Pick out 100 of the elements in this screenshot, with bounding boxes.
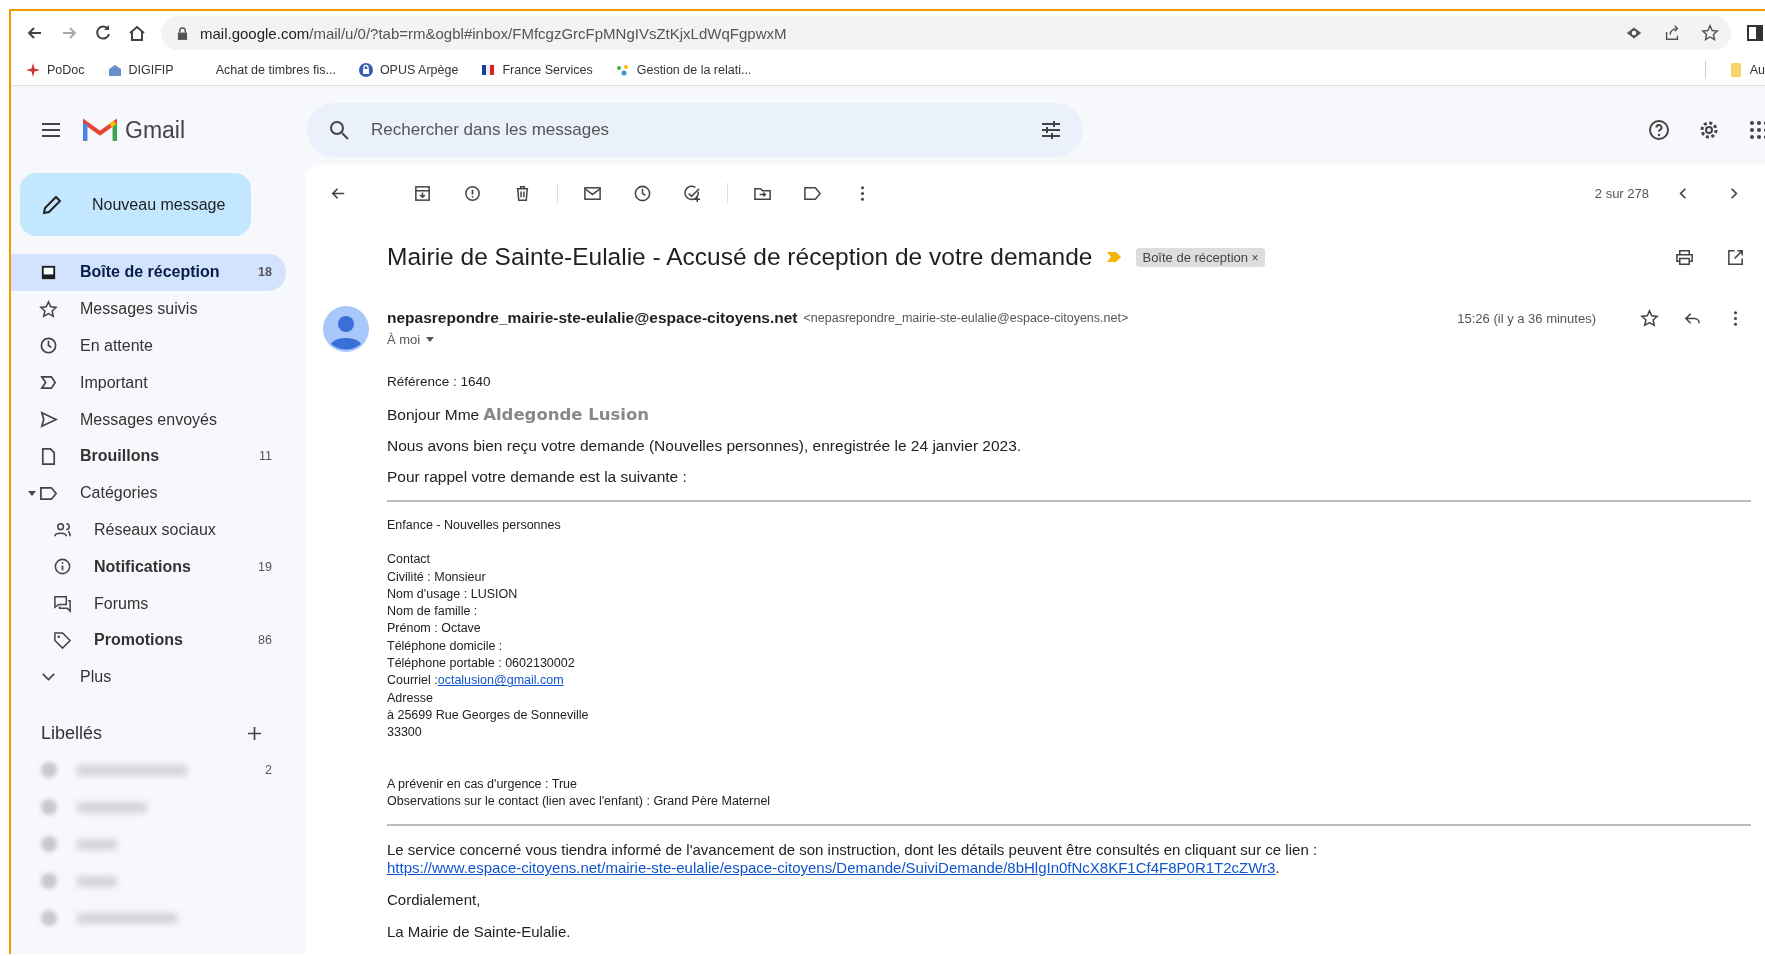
document-icon	[39, 446, 58, 466]
followup-text: Le service concerné vous tiendra informé de l'avancement de son instruction, dont les détails peuvent être consultés en cliquant sur ce lien : https://www.espace-citoyens.net/mairie-ste-eulalie/espace-citoyens/Demande/SuiviDemande/8bHlgIn0fNcX8KF1Cf4F8P0R1T2cZWr3.	[387, 841, 1319, 878]
tracking-link[interactable]: https://www.espace-citoyens.net/mairie-ste-eulalie/espace-citoyens/Demande/SuiviDemande/8bHlgIn0fNcX8KF1Cf4F8P0R1T2cZWr3	[387, 859, 1276, 878]
blurred-label-text	[77, 838, 117, 850]
search-icon[interactable]	[327, 118, 351, 142]
sidebar-item[interactable]: Promotions 86	[11, 621, 286, 659]
app-name: Gmail	[125, 116, 186, 144]
detail-line: Téléphone domicile :	[387, 637, 504, 655]
section-title: Libellés	[41, 723, 103, 745]
info-icon	[53, 557, 72, 577]
sidebar-item[interactable]: Notifications 19	[11, 548, 286, 586]
detail-line: 33300	[387, 724, 423, 742]
sidebar-item[interactable]: Messages suivis	[11, 290, 286, 328]
star-icon[interactable]	[1701, 24, 1719, 42]
detail-line: Enfance - Nouvelles personnes	[387, 517, 562, 534]
open-new-window-icon[interactable]	[1726, 247, 1745, 267]
bookmark[interactable]: Gestion de la relati...	[614, 62, 752, 78]
report-icon[interactable]	[463, 183, 482, 203]
email-subject: Mairie de Sainte-Eulalie - Accusé de réception de votre demande	[387, 243, 1093, 271]
sidebar-item[interactable]: Messages envoyés	[11, 401, 286, 438]
sidebar-item[interactable]: En attente	[11, 327, 286, 365]
building-icon	[106, 62, 123, 78]
add-task-icon[interactable]	[683, 183, 702, 203]
lock-icon	[177, 26, 188, 40]
tag-icon	[53, 630, 72, 650]
apps-grid-icon[interactable]	[1747, 118, 1765, 142]
side-panel-icon[interactable]	[1745, 23, 1765, 43]
chat-bubbles-icon	[53, 594, 72, 614]
sender-name: nepasrepondre_mairie-ste-eulalie@espace-citoyens.net	[387, 309, 798, 327]
importance-marker-icon[interactable]	[1106, 251, 1123, 263]
archive-icon[interactable]	[413, 183, 432, 203]
star-icon	[39, 299, 58, 319]
print-icon[interactable]	[1675, 247, 1694, 267]
bookmark[interactable]: DIGIFIP	[106, 62, 174, 78]
detail-line: Adresse	[387, 689, 434, 707]
blurred-label-text	[77, 875, 117, 887]
intro-text: Nous avons bien reçu votre demande (Nouvelles personnes), enregistrée le 24 janvier 2023.	[387, 437, 1023, 455]
send-icon	[39, 410, 58, 430]
remove-label-button[interactable]: ×	[1251, 250, 1259, 265]
detail-line: Prénom : Octave	[387, 620, 482, 638]
blurred-label-dot	[41, 836, 57, 853]
clock-icon	[39, 336, 58, 356]
detail-line: A prévenir en cas d'urgence : True	[387, 775, 578, 793]
greeting-text: Bonjour Mme	[387, 406, 480, 424]
reminder-text: Pour rappel votre demande est la suivante :	[387, 468, 688, 486]
url-text: mail.google.com/mail/u/0/?tab=rm&ogbl#inbox/FMfcgzGrcFpMNgIVsZtKjxLdWqFgpwxM	[200, 24, 787, 42]
caret-icon	[426, 336, 435, 343]
blurred-label-dot	[41, 799, 57, 816]
share-icon[interactable]	[1663, 24, 1681, 42]
sidebar-item[interactable]: Catégories	[11, 474, 286, 512]
closing-text: Cordialement,	[387, 891, 482, 910]
bookmark[interactable]: France Services	[480, 62, 593, 78]
filter-options-icon[interactable]	[1039, 118, 1063, 142]
label-chip: Boîte de réception ×	[1136, 247, 1265, 267]
message-position: 2 sur 278	[1594, 185, 1649, 201]
detail-line: Téléphone portable : 0602130002	[387, 655, 576, 673]
reload-icon[interactable]	[93, 23, 113, 43]
star-icon[interactable]	[1640, 308, 1659, 328]
sidebar-item[interactable]: Important	[11, 364, 286, 402]
detail-line: Civilité : Monsieur	[387, 568, 487, 586]
detail-line: Nom d'usage : LUSION	[387, 585, 519, 603]
sparkle-icon	[25, 62, 41, 78]
blurred-label-dot	[41, 762, 57, 779]
sidebar-item[interactable]: Forums	[11, 585, 286, 622]
bookmark[interactable]: Achat de timbres fis...	[215, 63, 336, 77]
caret-icon[interactable]	[28, 489, 36, 498]
lock-icon	[357, 62, 374, 78]
search-field[interactable]: Rechercher dans les messages	[307, 103, 1083, 157]
detail-line: Nom de famille :	[387, 603, 479, 621]
message-time: 15:26 (il y a 36 minutes)	[1457, 310, 1596, 326]
reference-text: Référence : 1640	[387, 374, 492, 389]
recipient-dropdown[interactable]: À moi	[387, 332, 435, 347]
avatar-silhouette	[323, 306, 369, 352]
label-count: 2	[265, 763, 272, 778]
flag-icon	[480, 62, 497, 78]
detail-line: Observations sur le contact (lien avec l'enfant) : Grand Père Maternel	[387, 792, 772, 810]
bookmark[interactable]: OPUS Arpège	[357, 62, 459, 78]
plus-icon[interactable]	[247, 726, 262, 742]
detail-line: Courriel :octalusion@gmail.com	[387, 672, 565, 690]
sidebar-item[interactable]: Brouillons 11	[11, 438, 286, 475]
clock-icon[interactable]	[633, 183, 652, 203]
blurred-label-text	[77, 801, 147, 813]
recipient-name: Aldegonde Lusion	[483, 405, 650, 424]
detail-line: Contact	[387, 551, 432, 569]
sidebar-item[interactable]: Plus	[11, 658, 286, 696]
help-icon[interactable]	[1647, 118, 1671, 142]
bookmark[interactable]: PoDoc	[25, 62, 85, 78]
blurred-label-dot	[41, 910, 57, 927]
home-icon[interactable]	[127, 23, 147, 43]
blurred-label-dot	[41, 873, 57, 890]
detail-line: à 25699 Rue Georges de Sonneville	[387, 706, 590, 724]
sender-email: <nepasrepondre_mairie-ste-eulalie@espace-citoyens.net>	[803, 311, 1129, 325]
bookmark-folder[interactable]: Au	[1727, 62, 1765, 78]
compose-button[interactable]: Nouveau message	[20, 173, 251, 236]
dots-icon	[614, 62, 631, 78]
address-bar[interactable]: mail.google.com/mail/u/0/?tab=rm&ogbl#inbox/FMfcgzGrcFpMNgIVsZtKjxLdWqFgpwxM	[161, 16, 1731, 50]
sidebar-item[interactable]: Boîte de réception 18	[11, 254, 286, 291]
chevron-down-icon	[39, 672, 58, 682]
mail-logo-icon	[83, 117, 117, 143]
sidebar-item[interactable]: Réseaux sociaux	[11, 511, 286, 549]
